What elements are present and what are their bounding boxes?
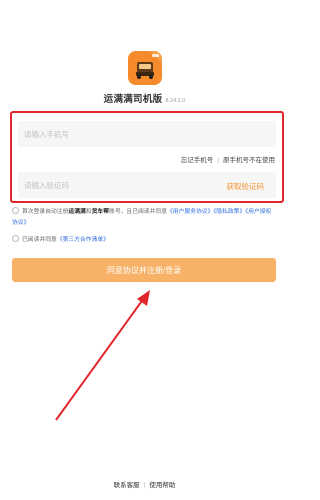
brand-ymm: 运满满 — [68, 209, 86, 215]
agreement-radio[interactable] — [12, 207, 19, 214]
third-party-list-link[interactable]: 《第三方合作清单》 — [57, 237, 109, 243]
agreement-terms: 首次登录自动注册运满满和货车帮账号，且已阅读并同意《用户服务协议》《隐私政策》《… — [12, 207, 272, 229]
contact-support-link[interactable]: 联系客服 — [114, 482, 140, 489]
help-link[interactable]: 使用帮助 — [149, 482, 175, 489]
third-party-text: 已阅读并同意 — [22, 237, 57, 243]
app-name: 运满满司机版 — [103, 94, 163, 105]
agree-and-login-button[interactable]: 同意协议并注册/登录 — [12, 258, 276, 282]
truck-icon — [128, 51, 162, 85]
brand-hcb: 货车帮 — [91, 209, 110, 215]
annotation-highlight-box — [10, 111, 284, 203]
app-logo — [128, 51, 162, 85]
footer-separator: | — [143, 482, 146, 489]
user-service-agreement-link[interactable]: 《用户服务协议》 — [167, 209, 213, 215]
third-party-radio[interactable] — [12, 235, 19, 242]
app-title: 运满满司机版 8.24.2.0 — [0, 91, 289, 105]
third-party-agreement: 已阅读并同意《第三方合作清单》 — [12, 235, 109, 246]
app-version: 8.24.2.0 — [165, 98, 186, 104]
footer: 联系客服 | 使用帮助 — [0, 479, 289, 489]
agreement-mid-text: 账号，且已阅读并同意 — [109, 209, 167, 215]
agreement-text: 首次登录自动注册 — [22, 209, 69, 215]
privacy-policy-link[interactable]: 《隐私政策》 — [213, 209, 245, 215]
